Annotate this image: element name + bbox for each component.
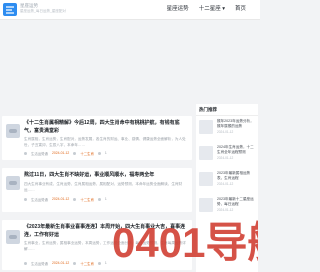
article-views: 1 xyxy=(104,261,107,265)
article-date: 2024-01-12 xyxy=(51,197,70,201)
article-author: 生活运势通 xyxy=(31,197,48,202)
sidebar-thumbnail[interactable] xyxy=(199,198,213,212)
sidebar-item-date: 2024-01-12 xyxy=(217,156,234,160)
article-thumbnail[interactable] xyxy=(6,124,20,138)
sidebar-title: 热门推荐 xyxy=(199,107,217,112)
article-thumbnail[interactable] xyxy=(6,230,20,244)
nav-item-zodiac[interactable]: 十二星座 ▾ xyxy=(199,6,225,13)
article-card[interactable]: 《十二生肖属相精解》今后12周，四大生肖命中有桃桃护航，有钱有底气，富贵满堂彩 … xyxy=(2,116,192,160)
sidebar-item-date: 2024-01-12 xyxy=(217,182,234,186)
article-category[interactable]: 十二生肖 xyxy=(80,197,94,202)
article-category[interactable]: 十二生肖 xyxy=(80,151,94,156)
sidebar-item-title[interactable]: 2023年最新十二星座运势，每日运程 xyxy=(217,197,255,207)
article-thumbnail[interactable] xyxy=(6,176,20,190)
views-icon xyxy=(97,261,101,265)
nav-item-horoscope[interactable]: 星座运势 xyxy=(167,6,189,13)
site-tagline: 星座运势_每日运势_星座配对 xyxy=(20,9,66,13)
watermark-text: 0401导航网 xyxy=(112,219,258,265)
article-author: 生活运势通 xyxy=(31,261,48,266)
article-excerpt: 四大生肖事业有成，生肖运势，生肖属相运势，属相配对，运势预测，本命年运势全面解读… xyxy=(24,182,183,192)
sidebar-item[interactable]: 2024年生肖运势，十二生肖全年运程预测 2024-01-12 xyxy=(199,144,256,166)
category-icon xyxy=(73,151,77,155)
top-nav: 星座运势 十二星座 ▾ 首页 xyxy=(167,6,246,13)
sidebar-item-title[interactable]: 2024年生肖运势，十二生肖全年运程预测 xyxy=(217,145,255,155)
site-logo-icon[interactable] xyxy=(3,3,17,16)
sidebar-thumbnail[interactable] xyxy=(199,172,213,186)
author-icon xyxy=(24,261,27,265)
article-meta: 生活运势通 2024-01-12 十二生肖 1 xyxy=(24,196,107,202)
author-icon xyxy=(24,197,27,201)
views-icon xyxy=(97,151,101,155)
article-category[interactable]: 十二生肖 xyxy=(80,261,94,266)
sidebar-item-date: 2024-01-12 xyxy=(217,208,234,212)
watermark-logo: 0401导航网 xyxy=(112,219,258,265)
sidebar-item[interactable]: 2023年最新十二星座运势，每日运程 2024-01-12 xyxy=(199,196,256,218)
nav-item-home[interactable]: 首页 xyxy=(235,6,246,13)
category-icon xyxy=(73,197,77,201)
sidebar-thumbnail[interactable] xyxy=(199,146,213,160)
article-title[interactable]: 熬过11日，四大生肖不缺好运，事业顺风顺水，福寿两全年 xyxy=(24,171,188,179)
article-meta: 生活运势通 2024-01-12 十二生肖 1 xyxy=(24,150,107,156)
article-views: 1 xyxy=(104,151,107,155)
article-author: 生活运势通 xyxy=(31,151,48,156)
article-title[interactable]: 《十二生肖属相精解》今后12周，四大生肖命中有桃桃护航，有钱有底气，富贵满堂彩 xyxy=(24,119,188,135)
sidebar-item[interactable]: 2023年最新属相运势表，生肖运程 2024-01-12 xyxy=(199,170,256,192)
article-views: 1 xyxy=(104,197,107,201)
divider xyxy=(196,115,258,116)
site-header: 星座运势 星座运势_每日运势_星座配对 星座运势 十二星座 ▾ 首页 xyxy=(0,0,260,20)
sidebar-thumbnail[interactable] xyxy=(199,120,213,134)
views-icon xyxy=(97,197,101,201)
sidebar-item-title[interactable]: 猴年2023年运势分析，猴年属猴的运势 xyxy=(217,119,255,129)
article-date: 2024-01-12 xyxy=(51,151,70,155)
sidebar-item-date: 2024-01-12 xyxy=(217,130,234,134)
sidebar-item[interactable]: 猴年2023年运势分析，猴年属猴的运势 2024-01-12 xyxy=(199,118,256,140)
article-meta: 生活运势通 2024-01-12 十二生肖 1 xyxy=(24,260,107,266)
category-icon xyxy=(73,261,77,265)
article-excerpt: 生肖属相，生肖运势，生肖配对，运势发展，各生肖的财运、事业、感情、健康运势全面解… xyxy=(24,137,186,147)
article-date: 2024-01-12 xyxy=(51,261,70,265)
article-card[interactable]: 熬过11日，四大生肖不缺好运，事业顺风顺水，福寿两全年 四大生肖事业有成，生肖运… xyxy=(2,168,192,212)
author-icon xyxy=(24,151,27,155)
sidebar-item-title[interactable]: 2023年最新属相运势表，生肖运程 xyxy=(217,171,255,181)
